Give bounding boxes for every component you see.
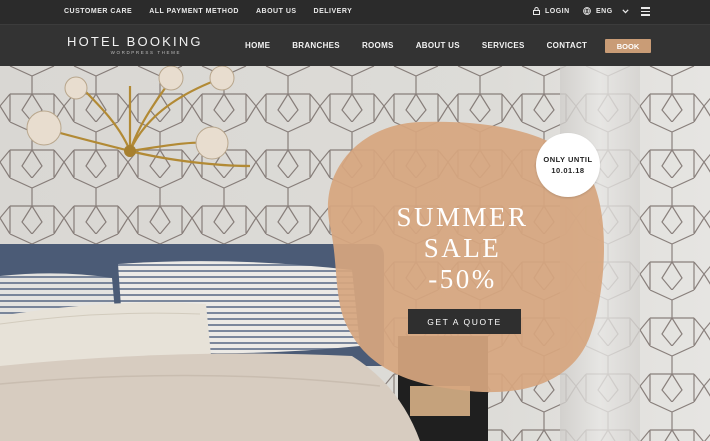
promo-date-badge: ONLY UNTIL 10.01.18 — [536, 133, 600, 197]
logo-subtitle: WORDPRESS THEME — [110, 50, 182, 55]
promo-line-sale: SALE — [423, 233, 502, 263]
book-button[interactable]: BOOK — [605, 39, 651, 53]
get-a-quote-button[interactable]: GET A QUOTE — [408, 309, 521, 334]
chevron-down-icon — [622, 8, 629, 13]
main-navbar: HOTEL BOOKING WORDPRESS THEME HOME BRANC… — [0, 24, 710, 66]
badge-date: 10.01.18 — [551, 166, 585, 175]
promo-line-summer: SUMMER — [396, 202, 529, 232]
language-label: ENG — [596, 7, 613, 15]
nav-item-contact[interactable]: CONTACT — [547, 41, 588, 50]
top-utility-bar: CUSTOMER CARE ALL PAYMENT METHOD ABOUT U… — [0, 0, 710, 24]
hamburger-icon[interactable] — [641, 7, 650, 16]
lock-icon — [533, 7, 540, 15]
nav-item-services[interactable]: SERVICES — [482, 41, 525, 50]
badge-label: ONLY UNTIL — [543, 155, 593, 164]
promo-line-discount: -50% — [428, 264, 497, 294]
nav-item-rooms[interactable]: ROOMS — [362, 41, 394, 50]
login-link[interactable]: LOGIN — [533, 7, 570, 15]
login-label: LOGIN — [545, 7, 570, 15]
logo-title: HOTEL BOOKING — [67, 34, 203, 49]
utility-link-customer-care[interactable]: CUSTOMER CARE — [64, 8, 132, 15]
nav-item-home[interactable]: HOME — [245, 41, 270, 50]
primary-nav: HOME BRANCHES ROOMS ABOUT US SERVICES CO… — [245, 41, 587, 50]
promo-headline: SUMMER SALE -50% — [330, 202, 595, 295]
utility-links: CUSTOMER CARE ALL PAYMENT METHOD ABOUT U… — [64, 8, 352, 15]
nav-item-about-us[interactable]: ABOUT US — [416, 41, 460, 50]
globe-icon — [583, 7, 591, 15]
nav-item-branches[interactable]: BRANCHES — [292, 41, 340, 50]
utility-link-about-us[interactable]: ABOUT US — [256, 8, 297, 15]
utility-link-payment-method[interactable]: ALL PAYMENT METHOD — [149, 8, 239, 15]
language-selector[interactable]: ENG — [583, 7, 629, 15]
site-logo[interactable]: HOTEL BOOKING WORDPRESS THEME — [67, 34, 203, 55]
hero-banner: SUMMER SALE -50% GET A QUOTE ONLY UNTIL … — [0, 66, 710, 441]
utility-link-delivery[interactable]: DELIVERY — [314, 8, 353, 15]
